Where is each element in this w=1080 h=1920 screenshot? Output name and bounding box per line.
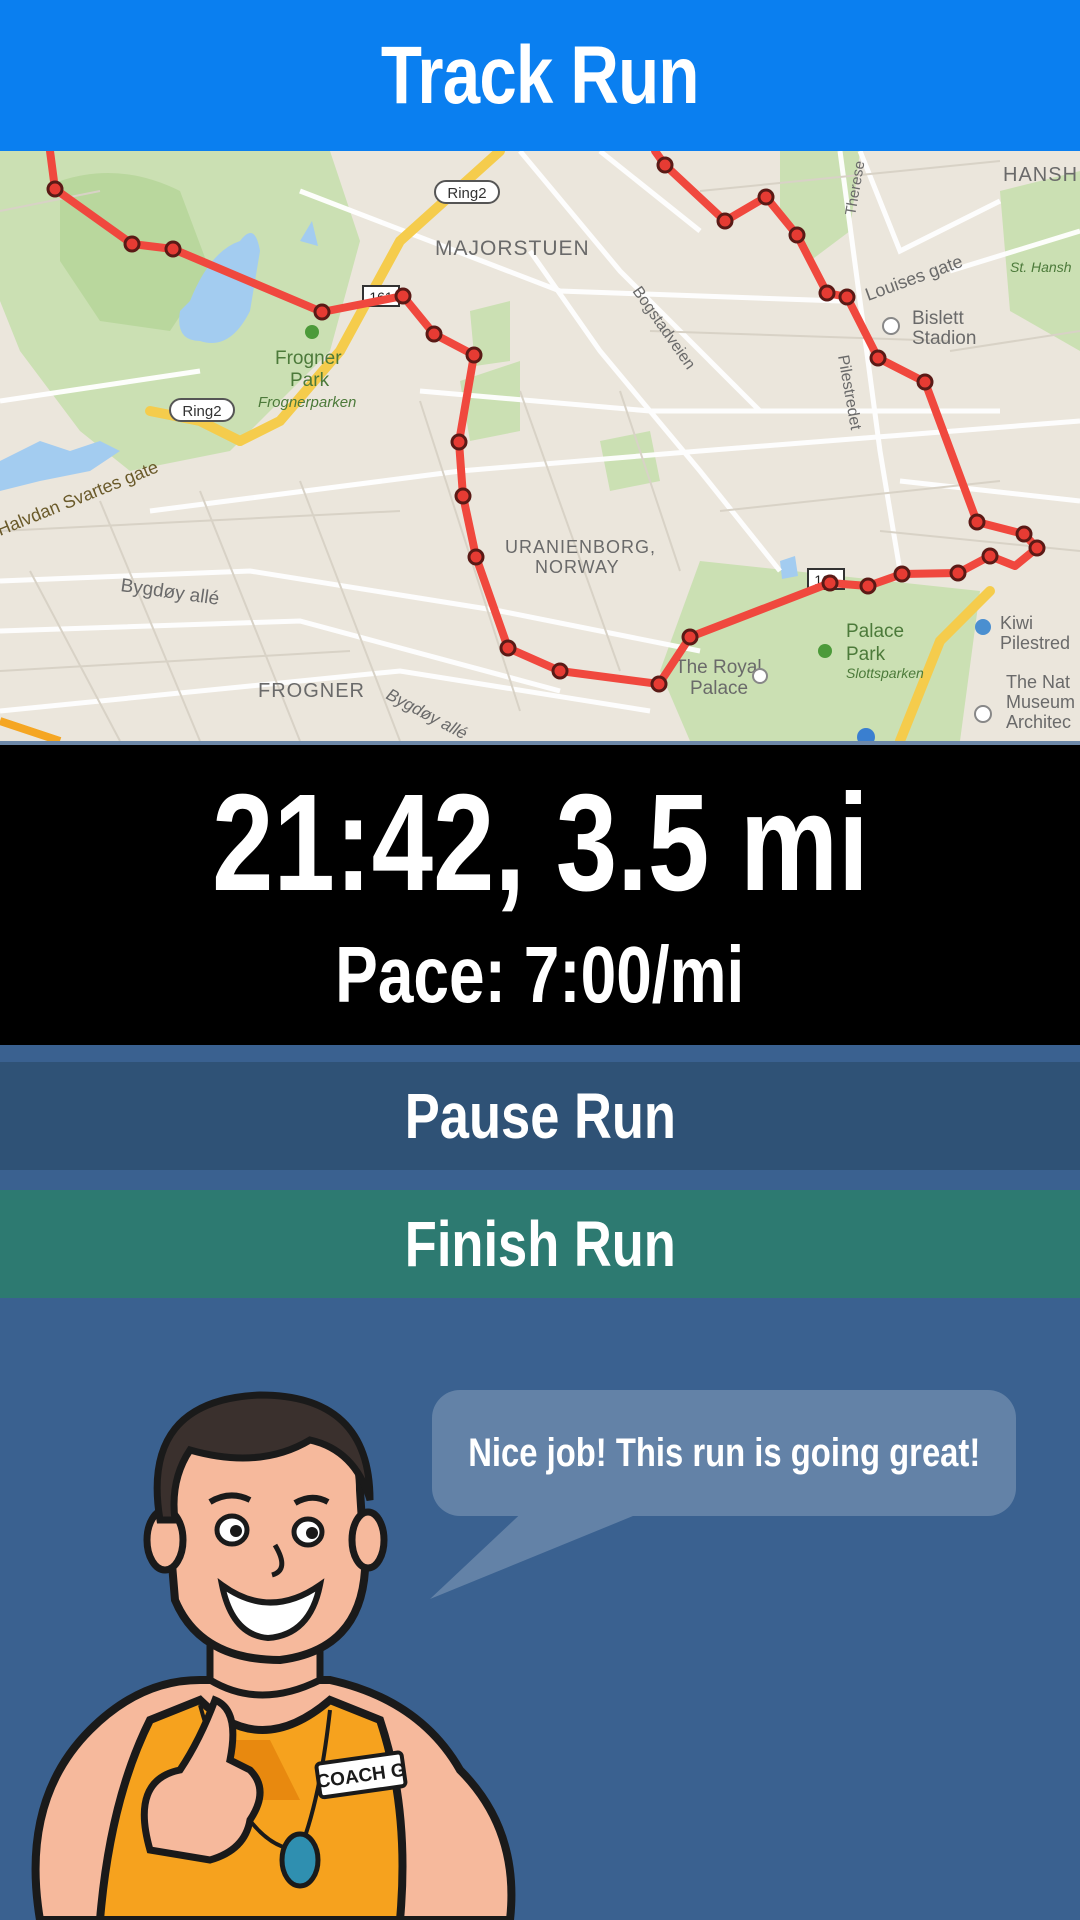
stadium-poi-icon	[882, 317, 900, 335]
time-distance-readout: 21:42, 3.5 mi	[211, 766, 869, 920]
shop-poi-icon	[975, 619, 991, 635]
finish-run-button[interactable]: Finish Run	[0, 1190, 1080, 1298]
map-label-uranienborg: URANIENBORG,	[505, 537, 656, 557]
palace-park-poi-icon	[818, 644, 832, 658]
svg-text:Pilestred: Pilestred	[1000, 633, 1070, 653]
svg-text:The Royal: The Royal	[675, 657, 762, 678]
svg-text:The Nat: The Nat	[1006, 672, 1070, 692]
svg-text:HANSH: HANSH	[1003, 164, 1078, 186]
svg-text:Stadion: Stadion	[912, 328, 976, 349]
coach-avatar: COACH G	[31, 1391, 516, 1920]
museum-poi-icon	[974, 705, 992, 723]
run-stats: 21:42, 3.5 mi Pace: 7:00/mi	[0, 745, 1080, 1045]
map-label-frogner: FROGNER	[258, 680, 365, 702]
svg-text:Palace: Palace	[846, 621, 904, 642]
run-map[interactable]: Ring2 Ring2 161 161 MAJORSTUEN Frogner P…	[0, 151, 1080, 745]
map-label-frogner-park: Frogner	[275, 348, 342, 369]
svg-text:Park: Park	[290, 370, 330, 391]
page-title: Track Run	[381, 29, 700, 121]
svg-text:Kiwi: Kiwi	[1000, 613, 1033, 633]
svg-text:Park: Park	[846, 644, 886, 665]
map-label-majorstuen: MAJORSTUEN	[435, 237, 590, 260]
pause-run-button[interactable]: Pause Run	[0, 1062, 1080, 1170]
svg-text:Palace: Palace	[690, 678, 748, 699]
svg-text:NORWAY: NORWAY	[535, 557, 620, 577]
svg-text:Architec: Architec	[1006, 712, 1071, 732]
whistle-icon	[279, 1831, 321, 1889]
svg-text:Frognerparken: Frognerparken	[258, 394, 356, 411]
park-poi-icon	[305, 325, 319, 339]
svg-text:Ring2: Ring2	[182, 403, 221, 420]
app-header: Track Run	[0, 0, 1080, 151]
ring2-badge-b: Ring2	[169, 398, 235, 422]
svg-text:Museum: Museum	[1006, 692, 1075, 712]
svg-text:St. Hansh: St. Hansh	[1010, 259, 1072, 275]
ring2-badge-a: Ring2	[434, 180, 500, 204]
royal-palace-poi-icon	[752, 668, 768, 684]
svg-text:Slottsparken: Slottsparken	[846, 665, 924, 681]
svg-text:Bislett: Bislett	[912, 308, 964, 329]
pace-readout: Pace: 7:00/mi	[335, 930, 745, 1019]
svg-text:Ring2: Ring2	[447, 185, 486, 202]
